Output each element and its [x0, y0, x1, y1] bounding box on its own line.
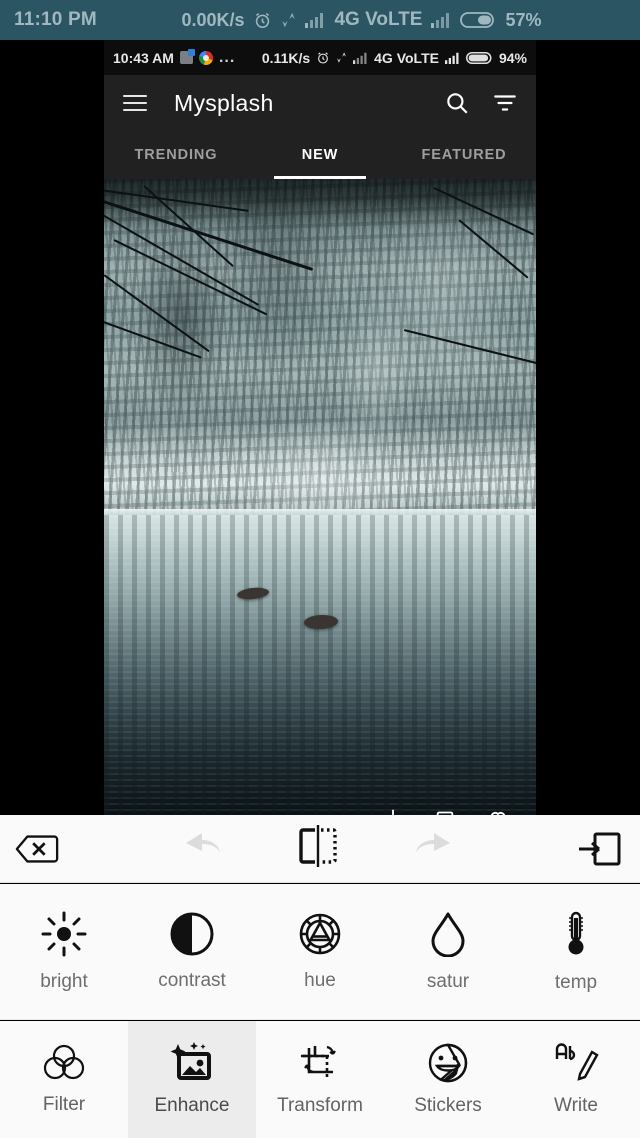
app-title: Mysplash	[174, 89, 274, 116]
adjust-satur-label: satur	[426, 970, 470, 992]
export-button[interactable]	[568, 818, 630, 880]
image-sparkle-icon	[169, 1042, 215, 1084]
download-icon[interactable]	[382, 807, 404, 815]
nav-label-enhance: Enhance	[154, 1095, 230, 1116]
inner-network-type: 4G VoLTE	[374, 49, 439, 66]
crop-rotate-icon	[297, 1042, 343, 1084]
search-icon[interactable]	[440, 86, 474, 120]
battery-icon	[465, 51, 493, 65]
color-wheel-icon	[298, 912, 342, 956]
adjust-bright-label: bright	[40, 970, 88, 992]
nav-label-stickers: Stickers	[414, 1095, 482, 1116]
adjustments-row: bright contrast hue satur temp	[0, 884, 640, 1020]
droplet-icon	[428, 911, 468, 957]
ab-pencil-icon	[552, 1042, 600, 1084]
smiley-sticker-icon	[426, 1042, 470, 1084]
chrome-icon	[198, 50, 213, 65]
signal-bars-icon	[444, 52, 460, 64]
adjust-temp[interactable]: temp	[512, 910, 640, 994]
inner-clock: 10:43 AM	[113, 49, 174, 66]
nav-label-write: Write	[554, 1095, 598, 1116]
nav-item-enhance[interactable]: Enhance	[128, 1021, 256, 1138]
collection-icon[interactable]	[434, 807, 456, 815]
notification-overflow: ...	[218, 48, 236, 66]
nav-label-filter: Filter	[42, 1094, 86, 1115]
adjust-temp-label: temp	[554, 971, 598, 993]
app-bar: Mysplash	[104, 75, 536, 131]
contrast-circle-icon	[170, 912, 214, 956]
os-status-bar: 11:10 PM 0.00K/s 4G VoLTE 57%	[0, 0, 640, 40]
venn-circles-icon	[42, 1043, 86, 1083]
data-transfer-icon	[281, 11, 296, 29]
notification-app-icon	[179, 49, 195, 64]
data-transfer-icon	[336, 51, 347, 64]
alarm-icon	[253, 11, 272, 30]
editor-toolbar	[0, 815, 640, 883]
thermometer-icon	[562, 910, 590, 958]
lake-water	[104, 515, 536, 815]
bottom-nav: Filter Enhance Transform Stickers Write	[0, 1021, 640, 1138]
alarm-icon	[316, 51, 330, 65]
filter-icon[interactable]	[488, 86, 522, 120]
os-battery-percent: 57%	[505, 9, 542, 30]
nav-item-filter[interactable]: Filter	[0, 1021, 128, 1138]
adjust-bright[interactable]: bright	[0, 911, 128, 993]
nav-item-transform[interactable]: Transform	[256, 1021, 384, 1138]
inner-status-bar: 10:43 AM ... 0.11K/s 4G VoLTE 94%	[104, 40, 536, 75]
signal-bars-icon	[431, 12, 451, 28]
adjust-hue-label: hue	[304, 969, 336, 991]
adjust-contrast-label: contrast	[158, 969, 226, 991]
tab-featured[interactable]: FEATURED	[392, 131, 536, 179]
photo-action-bar	[104, 807, 536, 815]
inner-network-speed: 0.11K/s	[261, 49, 311, 66]
edited-screenshot-image[interactable]: 10:43 AM ... 0.11K/s 4G VoLTE 94% Myspla…	[104, 40, 536, 815]
inner-battery-percent: 94%	[498, 49, 527, 66]
water-reflection	[104, 515, 536, 815]
signal-bars-icon	[305, 12, 325, 28]
tab-new[interactable]: NEW	[248, 131, 392, 179]
battery-icon	[460, 11, 496, 29]
nav-label-transform: Transform	[277, 1095, 363, 1116]
os-network-type: 4G VoLTE	[334, 9, 423, 30]
os-network-speed: 0.00K/s	[181, 9, 245, 30]
sun-icon	[41, 911, 87, 957]
photo-winter-lake[interactable]	[104, 179, 536, 815]
adjust-satur[interactable]: satur	[384, 911, 512, 993]
signal-bars-icon	[353, 52, 368, 64]
tab-bar: TRENDING NEW FEATURED	[104, 131, 536, 179]
os-clock: 11:10 PM	[14, 9, 97, 30]
undo-button[interactable]	[171, 818, 233, 880]
editor-preview-area[interactable]: 10:43 AM ... 0.11K/s 4G VoLTE 94% Myspla…	[0, 40, 640, 815]
redo-button[interactable]	[403, 818, 465, 880]
adjust-contrast[interactable]: contrast	[128, 912, 256, 992]
nav-item-write[interactable]: Write	[512, 1021, 640, 1138]
heart-icon[interactable]	[486, 807, 510, 815]
adjust-hue[interactable]: hue	[256, 912, 384, 992]
compare-button[interactable]	[283, 818, 353, 880]
hamburger-menu-icon[interactable]	[118, 86, 152, 120]
nav-item-stickers[interactable]: Stickers	[384, 1021, 512, 1138]
tab-trending[interactable]: TRENDING	[104, 131, 248, 179]
close-button[interactable]	[6, 818, 68, 880]
